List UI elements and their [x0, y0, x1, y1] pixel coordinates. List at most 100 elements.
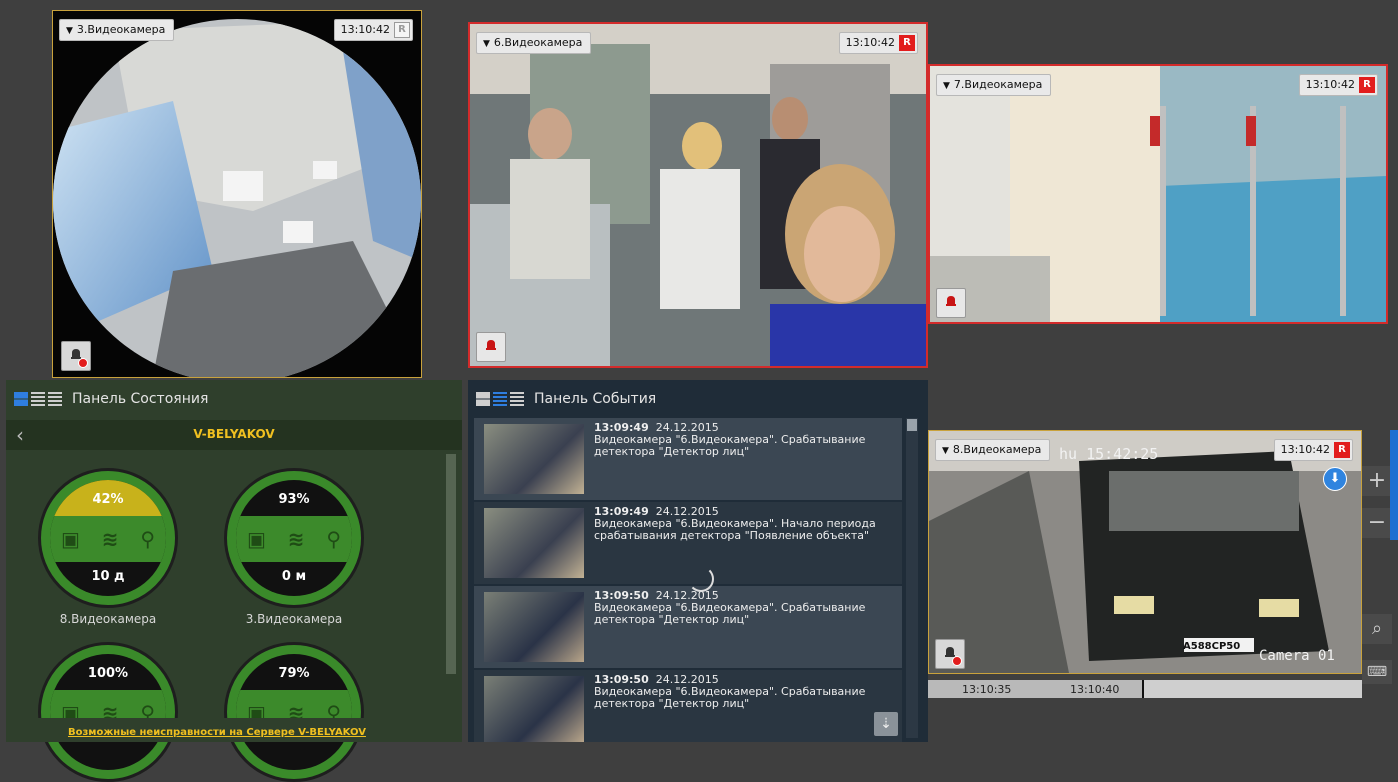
events-scrollbar[interactable]	[906, 418, 918, 738]
chevron-down-icon: ▼	[942, 446, 949, 456]
server-name: V-BELYAKOV	[193, 427, 275, 441]
camera-7-alarm-button[interactable]	[936, 288, 966, 318]
camera-6-label[interactable]: ▼ 6.Видеокамера	[476, 32, 592, 54]
event-item[interactable]: 13:09:49 24.12.2015 Видеокамера "6.Видеок…	[474, 418, 902, 500]
camera-3-timestamp: 13:10:42 R	[333, 19, 413, 41]
camera-tile-7[interactable]: ▼ 7.Видеокамера 13:10:42 R	[928, 64, 1388, 324]
event-item[interactable]: 13:09:49 24.12.2015 Видеокамера "6.Видеок…	[474, 502, 902, 584]
camera-7-video	[930, 66, 1386, 322]
event-thumbnail	[484, 508, 584, 578]
camera-8-label[interactable]: ▼ 8.Видеокамера	[935, 439, 1051, 461]
magnifier-icon: ⌕	[1371, 618, 1383, 639]
camera-6-video	[470, 24, 926, 366]
status-gauge[interactable]: 79% ▣ ≋ ⚲	[224, 642, 364, 782]
record-indicator: R	[1359, 77, 1375, 93]
record-indicator: R	[394, 22, 410, 38]
numbered-layers-icon: ▣	[60, 527, 80, 551]
camera-8-osd-name: Camera 01	[1259, 648, 1335, 664]
list-detail-view-icon[interactable]	[493, 392, 507, 406]
camera-8-timestamp: 13:10:42 R	[1273, 439, 1353, 461]
event-description: Видеокамера "6.Видеокамера". Срабатывани…	[594, 685, 866, 710]
camera-6-alarm-button[interactable]	[476, 332, 506, 362]
gauge-percent: 93%	[278, 492, 310, 507]
server-faults-link[interactable]: Возможные неисправности на Сервере V-BEL…	[68, 727, 366, 738]
motion-icon: ≋	[101, 527, 119, 551]
grid-view-icon[interactable]	[14, 392, 28, 406]
event-thumbnail	[484, 424, 584, 494]
zoom-out-button[interactable]: −	[1362, 508, 1392, 538]
status-gauge[interactable]: 93% ▣ ≋ ⚲ 0 м	[224, 468, 364, 608]
gauge-bottom-value: 10 д	[91, 569, 125, 584]
running-person-icon: ⚲	[140, 527, 156, 551]
grid-view-icon[interactable]	[476, 392, 490, 406]
gauge-percent: 79%	[278, 666, 310, 681]
list-detail-view-icon[interactable]	[31, 392, 45, 406]
camera-tile-3[interactable]: ▼ 3.Видеокамера 13:10:42 R	[52, 10, 422, 378]
gauge-percent: 42%	[50, 480, 166, 516]
timeline-bar[interactable]: 13:10:35 13:10:40	[928, 680, 1362, 698]
camera-8-plate: A588CP50	[1183, 641, 1241, 652]
search-button[interactable]: ⌕	[1362, 614, 1392, 644]
record-dot-icon	[78, 358, 88, 368]
numbered-layers-icon: ▣	[246, 527, 266, 551]
camera-6-timestamp: 13:10:42 R	[838, 32, 918, 54]
camera-7-timestamp: 13:10:42 R	[1298, 74, 1378, 96]
status-gauge[interactable]: 42% ▣ ≋ ⚲ 10 д	[38, 468, 178, 608]
camera-7-label[interactable]: ▼ 7.Видеокамера	[936, 74, 1052, 96]
scrollbar-thumb[interactable]	[907, 419, 917, 431]
loading-spinner-icon	[688, 566, 714, 592]
gauge-bottom-value: 0 м	[281, 569, 307, 584]
chevron-down-icon: ▼	[66, 26, 73, 36]
event-description: Видеокамера "6.Видеокамера". Срабатывани…	[594, 433, 866, 458]
gauge-percent: 100%	[87, 666, 129, 681]
timeline-tick: 13:10:35	[962, 683, 1012, 696]
camera-3-label[interactable]: ▼ 3.Видеокамера	[59, 19, 175, 41]
record-indicator: R	[1334, 442, 1350, 458]
gauge-camera-name: 3.Видеокамера	[245, 612, 343, 626]
status-panel: Панель Состояния ‹ V-BELYAKOV 42% ▣ ≋ ⚲ 10…	[6, 380, 462, 782]
download-arrow-icon[interactable]: ⬇	[1323, 467, 1347, 491]
camera-8-osd-time: hu 15:42:25	[1059, 445, 1159, 463]
events-panel-header: Панель События	[468, 380, 928, 418]
arrow-down-icon: ⇣	[880, 716, 892, 732]
event-description: Видеокамера "6.Видеокамера". Начало пери…	[594, 517, 876, 542]
camera-8-video	[929, 431, 1361, 673]
camera-tile-6[interactable]: ▼ 6.Видеокамера 13:10:42 R	[468, 22, 928, 368]
event-description: Видеокамера "6.Видеокамера". Срабатывани…	[594, 601, 866, 626]
keyboard-button[interactable]: ⌨	[1362, 660, 1392, 684]
camera-8-alarm-button[interactable]	[935, 639, 965, 669]
event-thumbnail	[484, 676, 584, 742]
chevron-down-icon: ▼	[483, 39, 490, 49]
gauge-camera-name: 8.Видеокамера	[59, 612, 157, 626]
side-tab[interactable]	[1390, 430, 1398, 540]
events-panel-title: Панель События	[534, 391, 657, 407]
event-item[interactable]: 13:09:50 24.12.2015 Видеокамера "6.Видеок…	[474, 670, 902, 742]
view-mode-switcher	[14, 392, 62, 406]
gauge-icons: ▣ ≋ ⚲	[236, 516, 352, 562]
record-dot-icon	[952, 656, 962, 666]
scroll-to-latest-button[interactable]: ⇣	[874, 712, 898, 736]
running-person-icon: ⚲	[326, 527, 342, 551]
list-view-icon[interactable]	[510, 392, 524, 406]
camera-3-alarm-button[interactable]	[61, 341, 91, 371]
keyboard-icon: ⌨	[1366, 664, 1388, 680]
bell-icon	[946, 296, 956, 306]
timeline-tick: 13:10:40	[1070, 683, 1120, 696]
status-gauge[interactable]: 100% ▣ ≋ ⚲	[38, 642, 178, 782]
timeline-cursor[interactable]	[1142, 680, 1144, 698]
chevron-down-icon: ▼	[943, 81, 950, 91]
bell-icon	[486, 340, 496, 350]
camera-3-video	[53, 19, 421, 377]
list-view-icon[interactable]	[48, 392, 62, 406]
view-mode-switcher	[476, 392, 524, 406]
zoom-in-button[interactable]: +	[1362, 466, 1392, 496]
status-panel-header: Панель Состояния	[6, 380, 462, 418]
event-thumbnail	[484, 592, 584, 662]
camera-tile-8[interactable]: hu 15:42:25 A588CP50 Camera 01 ▼ 8.Видеок…	[928, 430, 1362, 674]
event-item[interactable]: 13:09:50 24.12.2015 Видеокамера "6.Видеок…	[474, 586, 902, 668]
status-scrollbar[interactable]	[446, 454, 456, 674]
gauge-icons: ▣ ≋ ⚲	[50, 516, 166, 562]
server-header-bar: ‹ V-BELYAKOV	[6, 420, 462, 450]
status-panel-title: Панель Состояния	[72, 391, 209, 407]
motion-icon: ≋	[287, 527, 305, 551]
